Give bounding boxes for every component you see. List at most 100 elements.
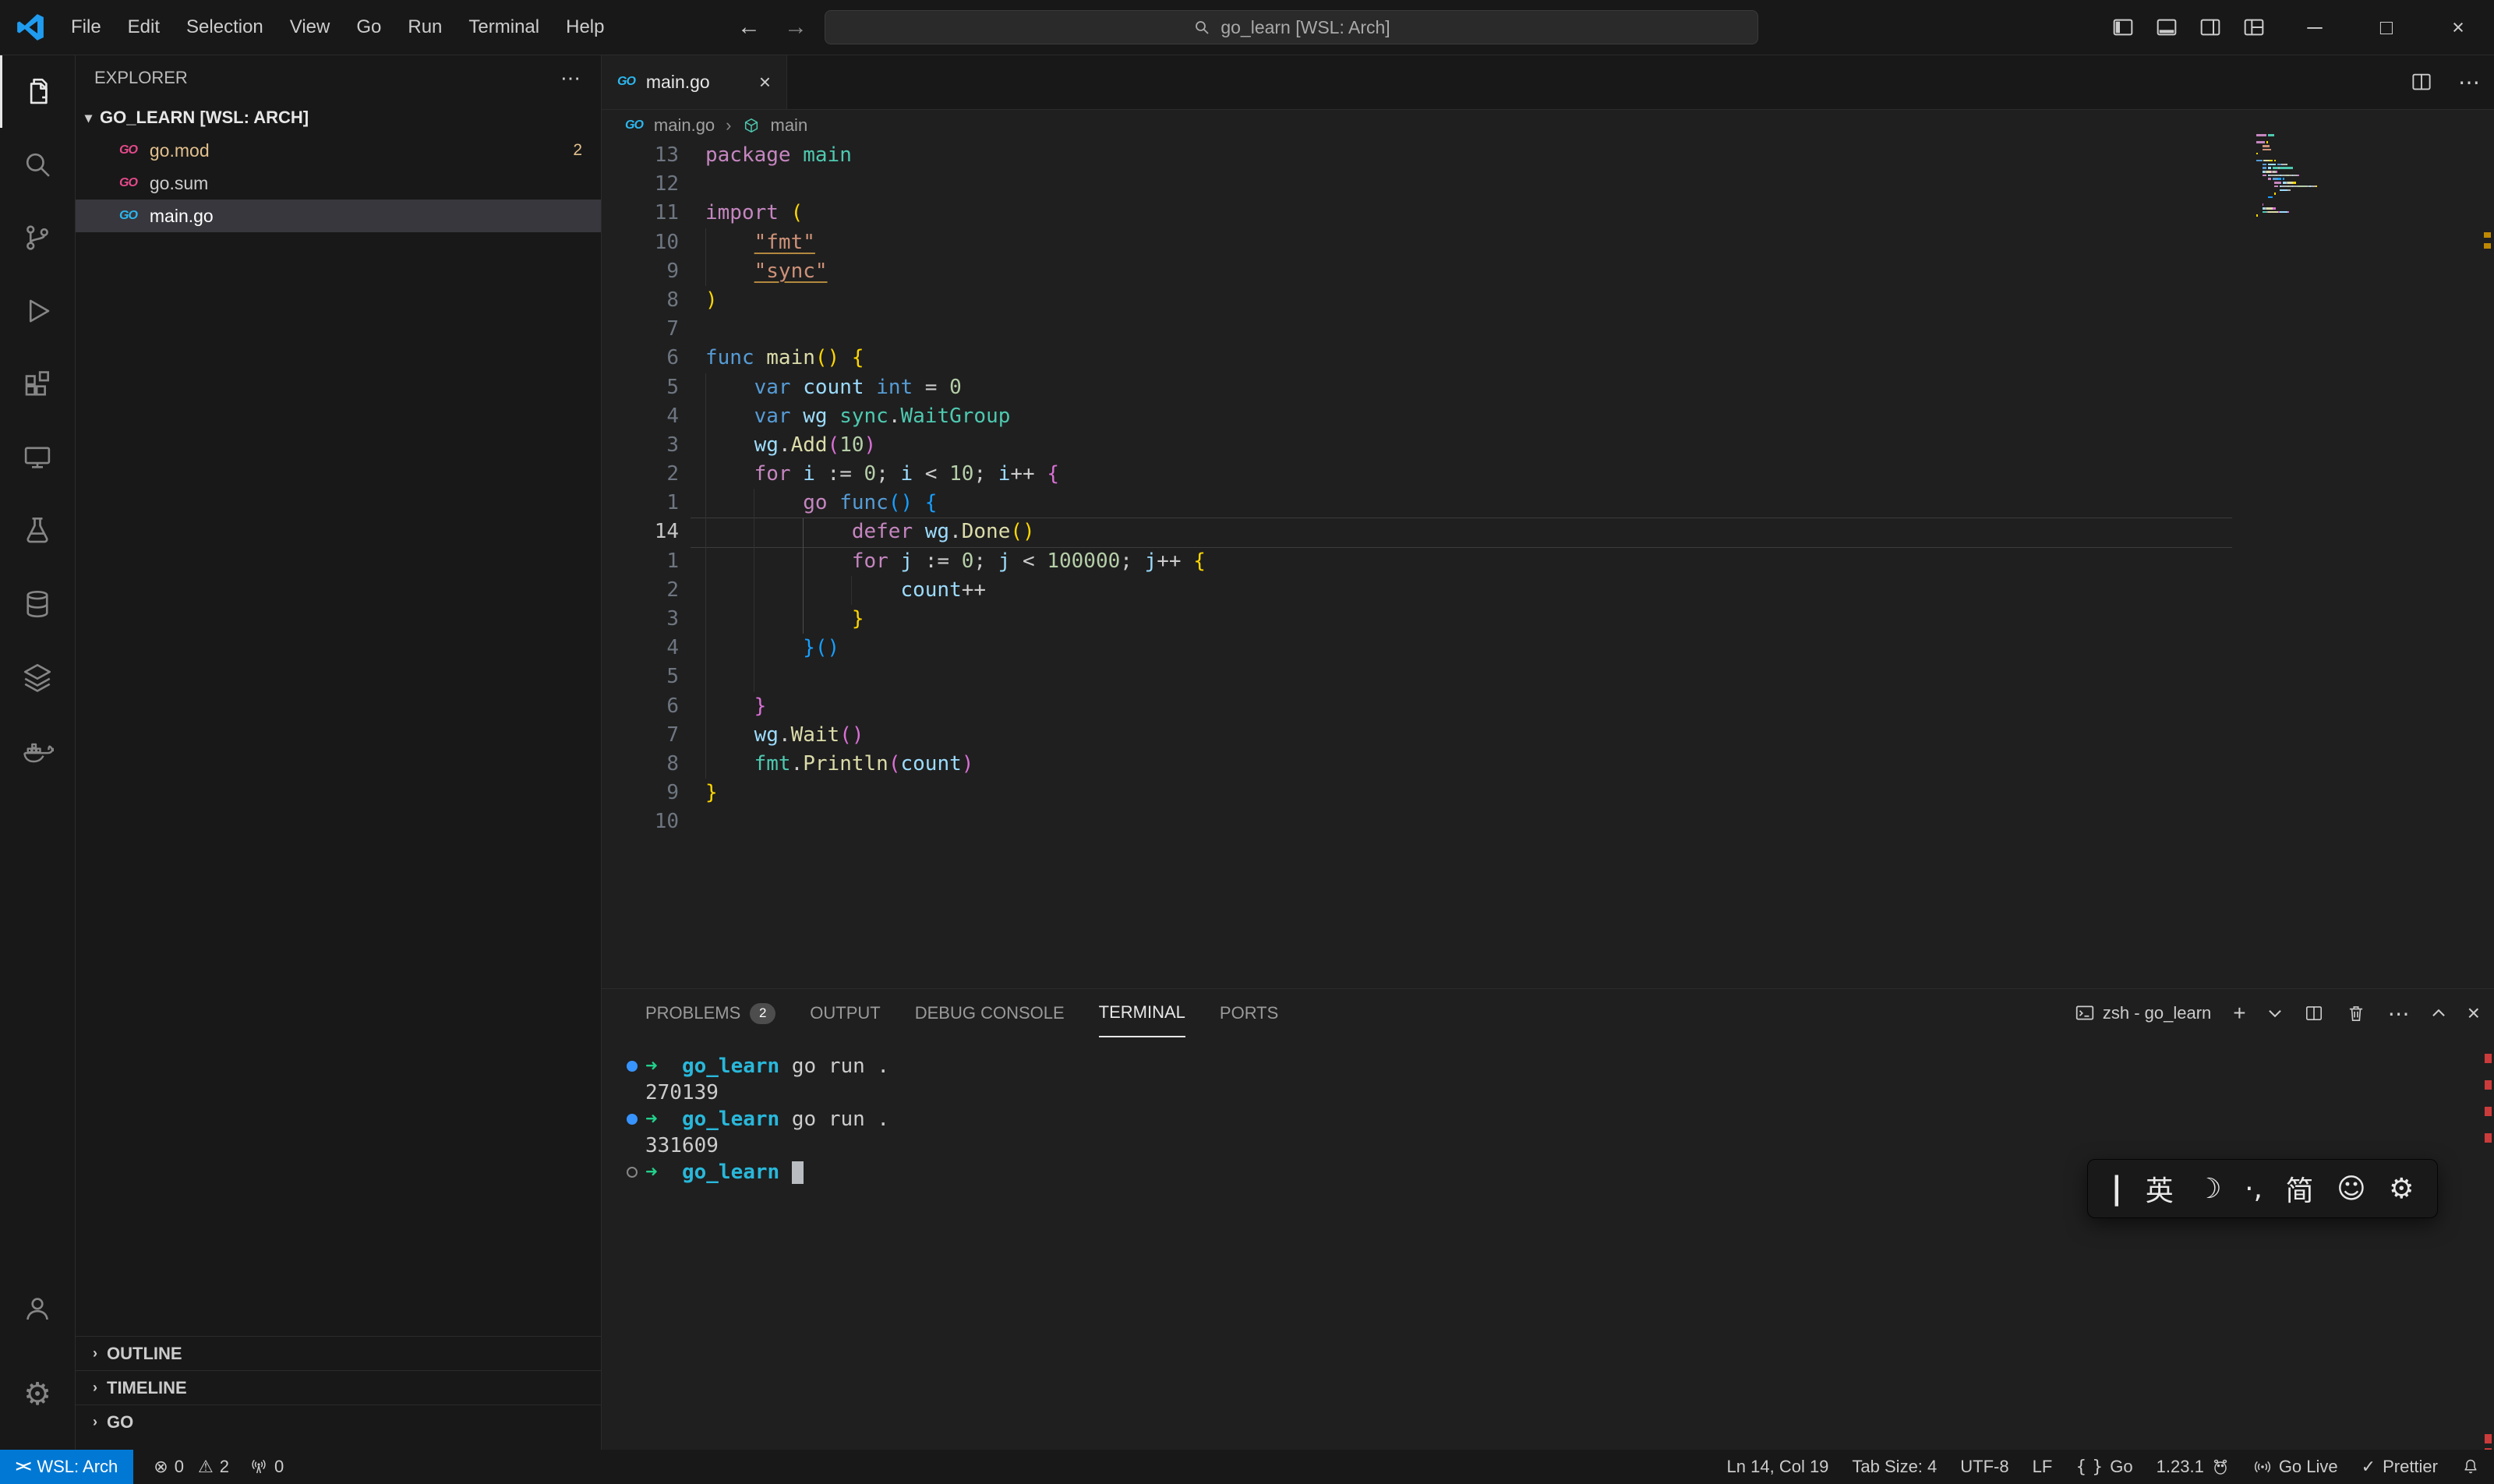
file-item-go-sum[interactable]: GO go.sum [76,167,601,200]
menu-go[interactable]: Go [343,16,394,38]
minimize-button[interactable]: ─ [2279,0,2351,55]
ime-lang-icon[interactable]: 英 [2146,1168,2174,1209]
encoding-status[interactable]: UTF-8 [1960,1457,2008,1477]
code-content[interactable]: package mainimport ( "fmt" "sync")func m… [705,141,1206,837]
panel-tab-label: OUTPUT [810,1003,880,1023]
split-editor-icon[interactable] [2410,70,2433,94]
menu-terminal[interactable]: Terminal [455,16,553,38]
terminal-instance-selector[interactable]: zsh - go_learn [2075,1003,2211,1023]
activity-run-debug-button[interactable] [0,274,75,348]
outline-section-header[interactable]: › OUTLINE [76,1336,601,1370]
go-live-status[interactable]: Go Live [2253,1457,2338,1477]
nav-forward-button[interactable]: → [784,0,807,55]
ports-status[interactable]: 0 [249,1457,284,1477]
toggle-panel-icon[interactable] [2154,15,2179,40]
file-problems-badge: 2 [573,141,582,160]
tab-terminal[interactable]: TERMINAL [1099,989,1185,1037]
split-terminal-icon[interactable] [2304,1003,2324,1023]
tab-problems[interactable]: PROBLEMS 2 [645,989,775,1037]
menu-bar: FileEditSelectionViewGoRunTerminalHelp [58,0,617,55]
new-terminal-icon[interactable]: + [2233,1001,2245,1026]
go-file-icon: GO [617,75,635,89]
notifications-bell[interactable] [2461,1458,2480,1476]
terminal-dropdown-chevron-icon[interactable] [2268,1006,2282,1020]
activity-testing-button[interactable] [0,494,75,567]
ime-toolbar[interactable]: |英☽·,简☺⚙ [2087,1159,2438,1218]
command-decoration-filled[interactable] [627,1114,638,1125]
ime-punctuation-icon[interactable]: ·, [2245,1173,2263,1205]
remote-indicator[interactable]: >< WSL: Arch [0,1450,133,1484]
menu-help[interactable]: Help [553,16,617,38]
toggle-sidebar-icon[interactable] [2111,15,2135,40]
tab-debug-console[interactable]: DEBUG CONSOLE [915,989,1065,1037]
maximize-button[interactable]: □ [2351,0,2422,55]
go-version-label: 1.23.1 [2157,1457,2204,1477]
activity-search-button[interactable] [0,128,75,201]
breadcrumb-symbol[interactable]: main [771,115,808,136]
terminal-output[interactable]: ➜ go_learn go run .270139➜ go_learn go r… [645,1053,889,1185]
terminal-decoration-mark [2485,1107,2492,1116]
minimap[interactable] [2256,134,2459,243]
menu-selection[interactable]: Selection [173,16,277,38]
explorer-root-folder[interactable]: ▾ GO_LEARN [WSL: ARCH] [76,101,601,134]
activity-extensions-button[interactable] [0,348,75,421]
breadcrumb-file[interactable]: main.go [654,115,715,136]
menu-view[interactable]: View [277,16,344,38]
tab-label: main.go [646,72,710,93]
kill-terminal-trash-icon[interactable] [2346,1003,2366,1023]
close-panel-icon[interactable]: × [2468,1001,2480,1026]
go-version-status[interactable]: 1.23.1 [2157,1457,2230,1477]
eol-status[interactable]: LF [2033,1457,2053,1477]
files-icon [21,75,54,108]
terminal-line: 270139 [645,1079,889,1106]
activity-database-button[interactable] [0,567,75,641]
menu-run[interactable]: Run [394,16,455,38]
editor-more-actions-icon[interactable]: ⋯ [2458,69,2480,95]
activity-remote-explorer-button[interactable] [0,421,75,494]
command-decoration-filled[interactable] [627,1061,638,1072]
remote-label: WSL: Arch [37,1457,118,1477]
toggle-secondary-sidebar-icon[interactable] [2198,15,2223,40]
problems-status[interactable]: ⊗ 0 ⚠ 2 [154,1457,229,1477]
ime-simplified-icon[interactable]: 简 [2286,1168,2314,1209]
menu-edit[interactable]: Edit [115,16,173,38]
terminal-decoration-mark [2485,1054,2492,1063]
customize-layout-icon[interactable] [2241,15,2266,40]
activity-explorer-button[interactable] [0,55,75,128]
activity-docker-button[interactable] [0,714,75,787]
file-item-main-go[interactable]: GO main.go [76,200,601,232]
tab-main-go[interactable]: GO main.go × [602,55,787,109]
command-decoration-open[interactable] [627,1167,638,1178]
activity-source-control-button[interactable] [0,201,75,274]
language-mode-status[interactable]: { } Go [2075,1457,2132,1477]
search-icon [21,148,54,181]
ime-fullhalf-moon-icon[interactable]: ☽ [2196,1173,2221,1205]
ime-emoji-icon[interactable]: ☺ [2337,1173,2366,1205]
run-debug-icon [21,295,54,327]
accounts-button[interactable] [0,1272,75,1345]
close-window-button[interactable]: × [2422,0,2494,55]
timeline-section-header[interactable]: › TIMELINE [76,1370,601,1404]
close-tab-icon[interactable]: × [759,70,771,94]
menu-file[interactable]: File [58,16,115,38]
cursor-position-status[interactable]: Ln 14, Col 19 [1727,1457,1829,1477]
indentation-status[interactable]: Tab Size: 4 [1852,1457,1937,1477]
file-name: go.sum [150,173,208,194]
nav-back-button[interactable]: ← [737,0,761,55]
prettier-status[interactable]: ✓ Prettier [2362,1457,2438,1477]
settings-gear-button[interactable]: ⚙ [0,1367,75,1422]
tab-output[interactable]: OUTPUT [810,989,880,1037]
terminal-decoration-mark [2485,1080,2492,1090]
tab-ports[interactable]: PORTS [1220,989,1278,1037]
gear-icon: ⚙ [23,1379,51,1410]
maximize-panel-chevron-icon[interactable] [2432,1006,2446,1020]
panel-tab-label: TERMINAL [1099,1002,1185,1023]
activity-layers-button[interactable] [0,641,75,714]
panel-more-actions-icon[interactable]: ⋯ [2388,1001,2410,1026]
ime-settings-gear-icon[interactable]: ⚙ [2389,1173,2414,1205]
go-section-header[interactable]: › GO [76,1404,601,1439]
file-item-go-mod[interactable]: GO go.mod 2 [76,134,601,167]
explorer-more-actions-icon[interactable]: ⋯ [560,66,581,90]
command-center-search[interactable]: go_learn [WSL: Arch] [825,10,1758,44]
chevron-right-icon: › [93,1345,97,1362]
